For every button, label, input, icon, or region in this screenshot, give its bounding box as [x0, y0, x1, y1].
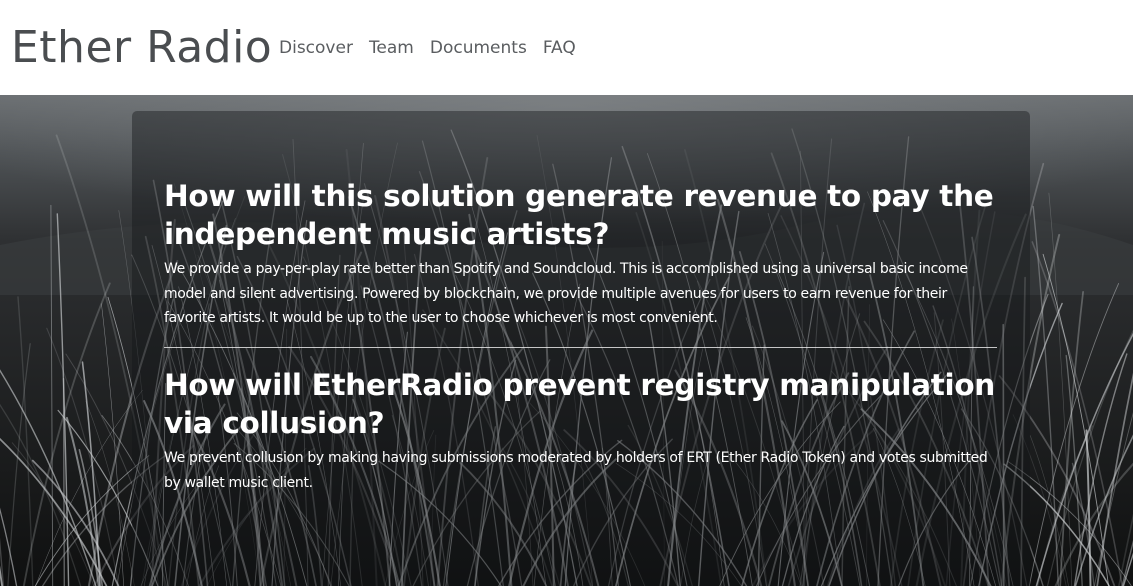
- faq-item: How will this solution generate revenue …: [164, 177, 1000, 331]
- hero-section: How will this solution generate revenue …: [0, 95, 1133, 586]
- nav-link-documents[interactable]: Documents: [430, 36, 527, 60]
- faq-question: How will EtherRadio prevent registry man…: [164, 368, 995, 440]
- nav-link-faq[interactable]: FAQ: [543, 36, 576, 60]
- faq-divider: [164, 347, 997, 348]
- brand-logo-link[interactable]: Ether Radio: [11, 22, 272, 74]
- navbar: Ether Radio Discover Team Documents FAQ: [0, 0, 1133, 95]
- faq-question: How will this solution generate revenue …: [164, 179, 994, 251]
- nav-link-discover[interactable]: Discover: [279, 36, 353, 60]
- faq-answer: We provide a pay-per-play rate better th…: [164, 261, 968, 326]
- faq-item: How will EtherRadio prevent registry man…: [164, 366, 1000, 495]
- nav-links: Discover Team Documents FAQ: [279, 36, 592, 60]
- faq-answer: We prevent collusion by making having su…: [164, 450, 988, 491]
- nav-link-team[interactable]: Team: [369, 36, 414, 60]
